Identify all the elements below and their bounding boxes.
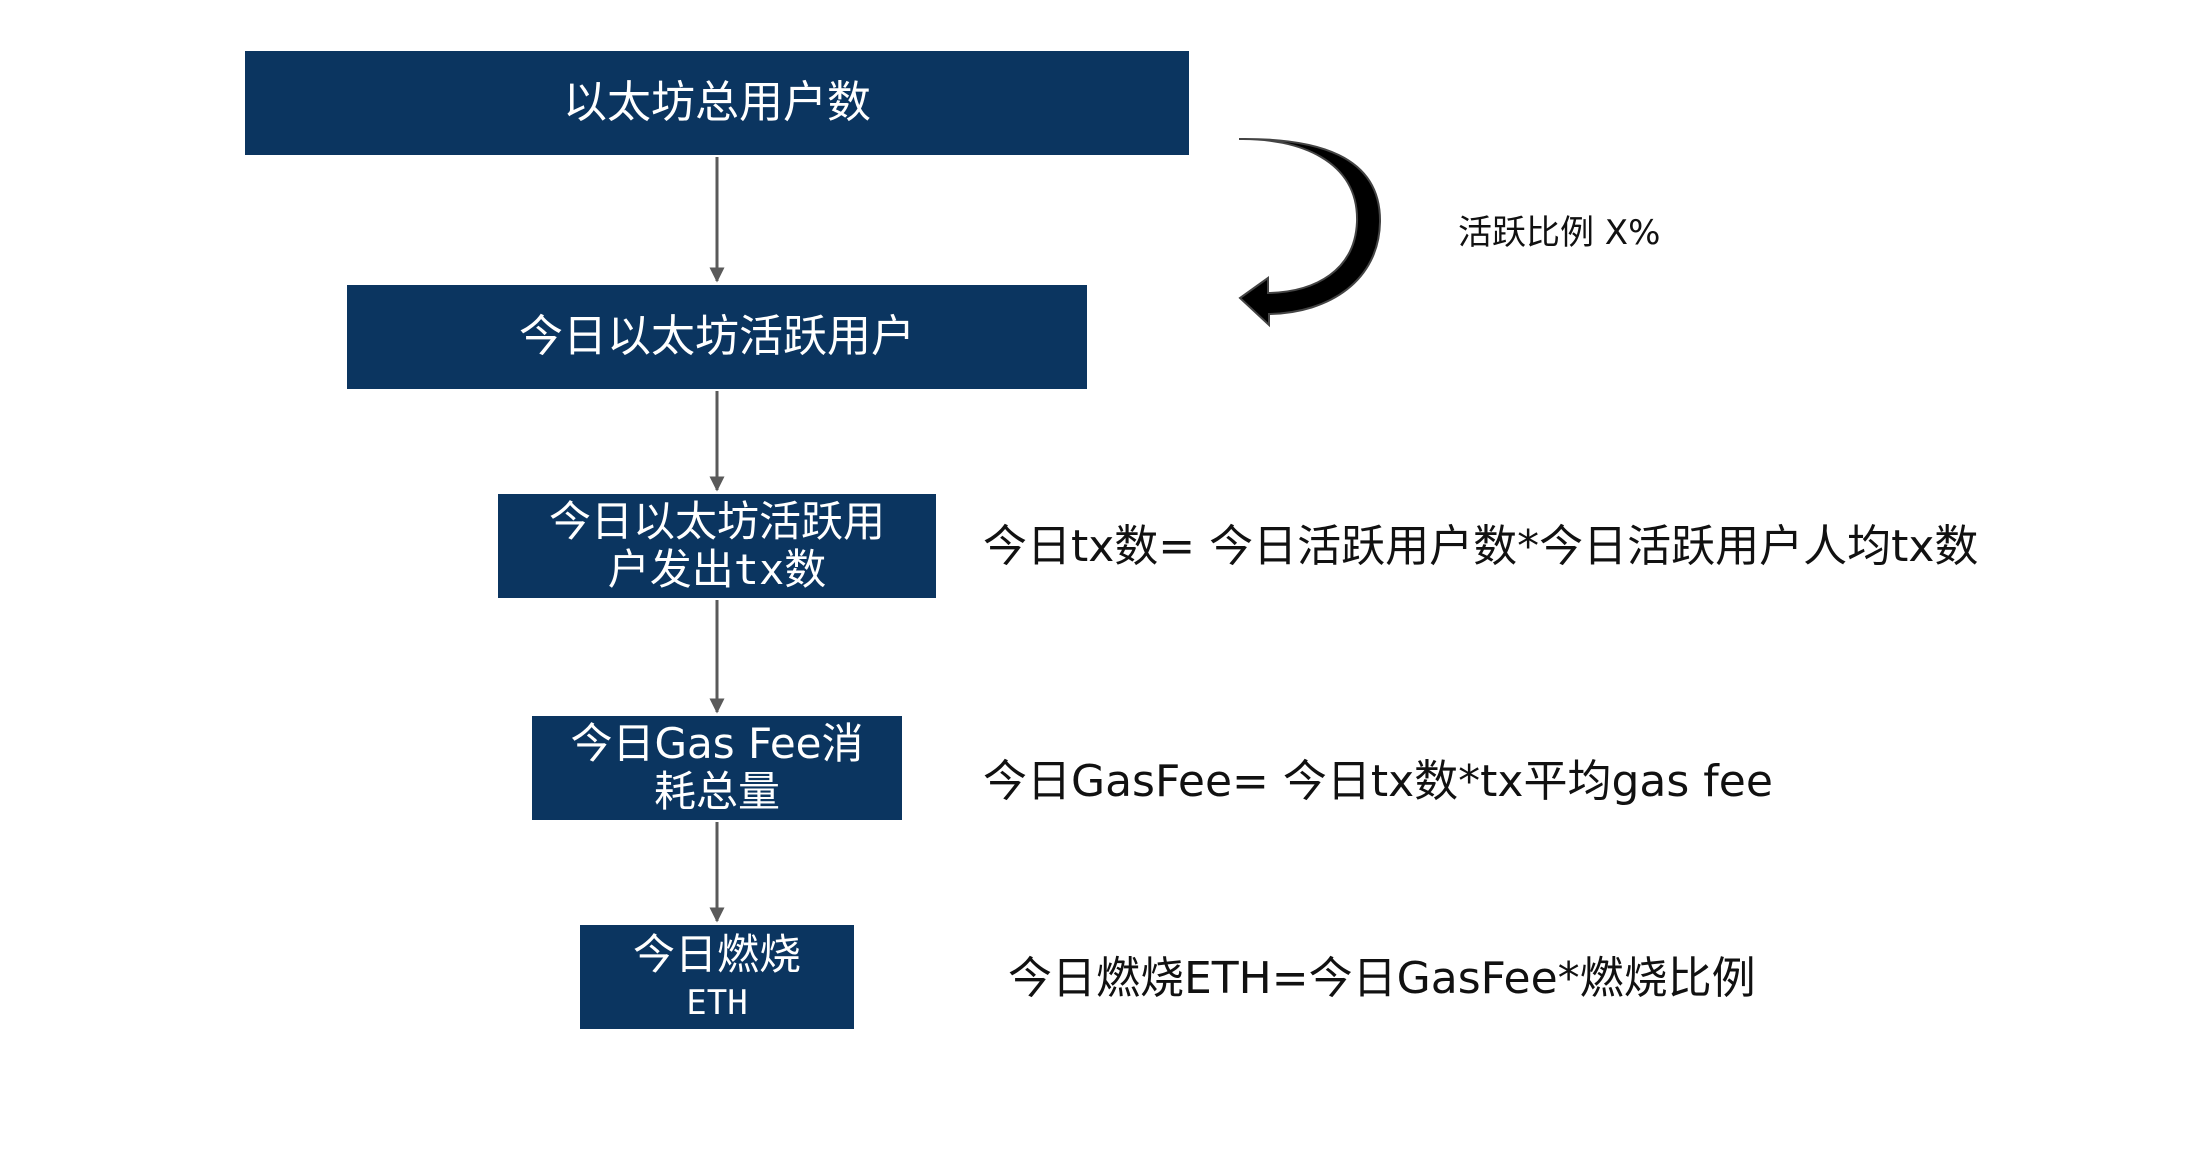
active-ratio-label: 活跃比例 X% (1458, 213, 1661, 253)
step-burn-eth-line1: 今日燃烧 (632, 930, 801, 980)
step-gas-fee-total: 今日Gas Fee消 耗总量 (532, 716, 902, 820)
step-active-user-tx-line2-b: tx (733, 545, 785, 594)
step-burn-eth-line2: ETH (686, 982, 748, 1023)
burn-formula: 今日燃烧ETH=今日GasFee*燃烧比例 (1008, 953, 1756, 1004)
step-burn-eth: 今日燃烧 ETH (580, 925, 854, 1029)
step-total-users: 以太坊总用户数 (245, 51, 1189, 155)
step-gas-fee-total-line2: 耗总量 (653, 767, 780, 816)
curved-arrow-icon (1238, 137, 1382, 328)
step-active-user-tx-line1: 今日以太坊活跃用 (548, 496, 885, 546)
step-active-users-label: 今日以太坊活跃用户 (519, 310, 915, 362)
gasfee-formula: 今日GasFee= 今日tx数*tx平均gas fee (983, 756, 1773, 807)
tx-formula: 今日tx数= 今日活跃用户数*今日活跃用户人均tx数 (983, 521, 1979, 572)
step-active-users: 今日以太坊活跃用户 (347, 285, 1087, 389)
step-active-user-tx-line2-a: 户发出 (607, 545, 734, 594)
step-active-user-tx-line2: 户发出tx数 (607, 545, 827, 594)
step-active-user-tx: 今日以太坊活跃用 户发出tx数 (498, 494, 936, 598)
step-total-users-label: 以太坊总用户数 (563, 76, 871, 128)
step-active-user-tx-line2-c: 数 (784, 545, 827, 594)
step-gas-fee-total-line1: 今日Gas Fee消 (570, 718, 864, 768)
